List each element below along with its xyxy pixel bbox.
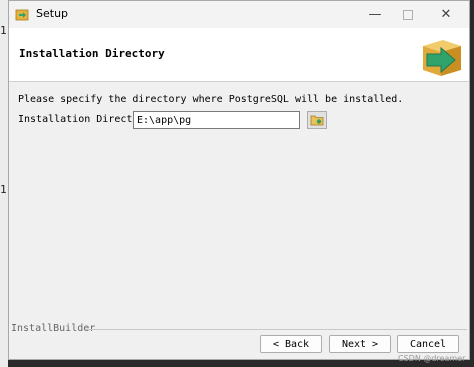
directory-description: Please specify the directory where Postg… [18, 94, 404, 105]
maximize-button[interactable] [391, 1, 425, 28]
setup-window: Setup — ✕ Installation Directory Please … [8, 0, 470, 360]
background-text: 1 [0, 183, 7, 196]
close-button[interactable]: ✕ [429, 1, 463, 28]
installbuilder-brand: InstallBuilder [11, 323, 96, 334]
installation-directory-label: Installation Directory [18, 114, 151, 125]
background-window-edge: 1 1 [0, 0, 8, 367]
back-button[interactable]: < Back [260, 335, 322, 353]
minimize-button[interactable]: — [358, 1, 392, 28]
cancel-button[interactable]: Cancel [397, 335, 459, 353]
watermark: CSDN @dreamer [398, 354, 466, 363]
folder-icon [310, 115, 324, 126]
install-box-logo-icon [423, 40, 461, 76]
installation-directory-input[interactable] [133, 111, 300, 129]
maximize-icon [403, 9, 413, 20]
title-bar[interactable]: Setup — ✕ [9, 1, 469, 28]
page-title: Installation Directory [19, 47, 165, 60]
installer-app-icon [15, 9, 29, 21]
page-header: Installation Directory [9, 28, 469, 82]
next-button[interactable]: Next > [329, 335, 391, 353]
window-title: Setup [36, 7, 69, 20]
background-text: 1 [0, 24, 7, 37]
browse-folder-button[interactable] [307, 111, 327, 129]
footer-divider [85, 329, 467, 330]
